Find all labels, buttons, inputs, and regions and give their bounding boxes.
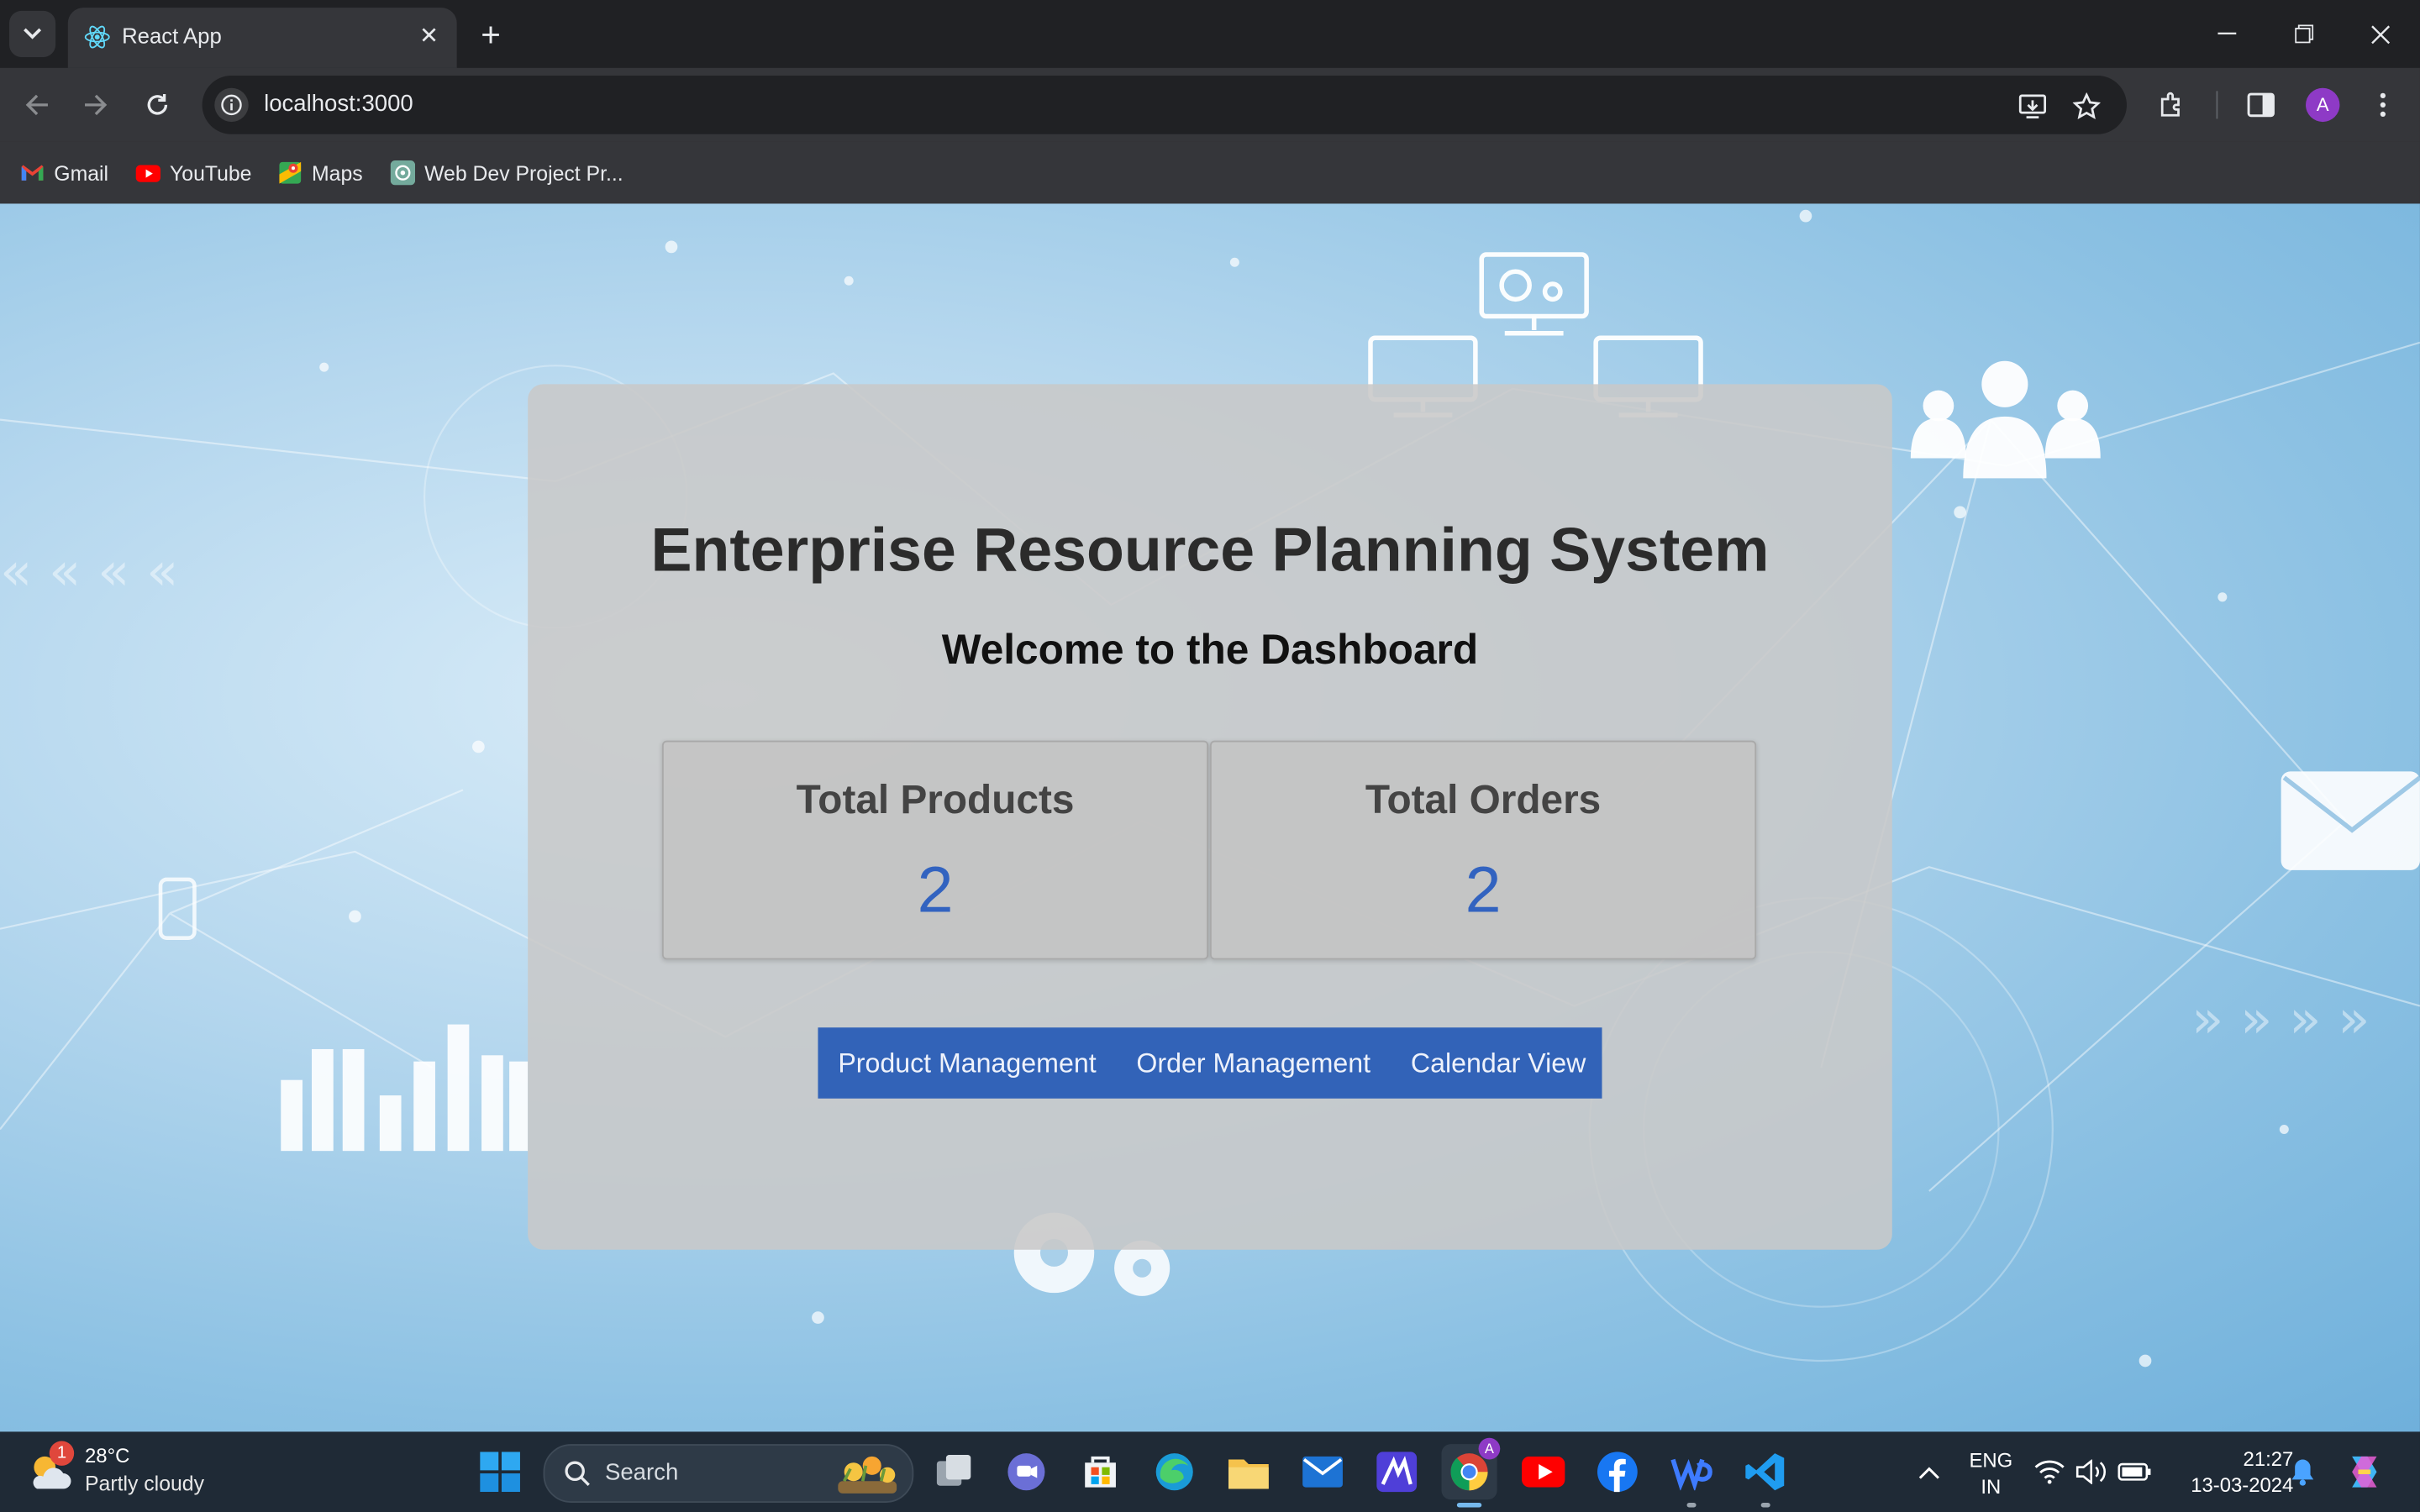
menu-kebab-icon[interactable]: [2361, 83, 2404, 126]
weather-temp: 28°C: [85, 1444, 130, 1467]
clock[interactable]: 21:27 13-03-2024: [2160, 1446, 2293, 1498]
restore-icon[interactable]: [2273, 11, 2334, 57]
react-icon: [84, 25, 110, 49]
bookmark-gmail[interactable]: Gmail: [20, 155, 108, 192]
notifications-bell-icon[interactable]: [2284, 1444, 2321, 1499]
bookmarks-bar: Gmail YouTube Maps Web Dev Project Pr...: [0, 141, 2420, 204]
bookmark-label: Maps: [312, 160, 363, 185]
app-running-indicator: [1686, 1502, 1697, 1508]
task-view-icon[interactable]: [926, 1444, 981, 1499]
bookmark-web-dev-project[interactable]: Web Dev Project Pr...: [390, 155, 623, 192]
page-viewport: « « « « » » » » Enterprise Resource Plan…: [0, 203, 2420, 1432]
file-explorer-icon[interactable]: [1221, 1444, 1276, 1499]
tab-search-button[interactable]: [9, 10, 56, 57]
chrome-icon[interactable]: A: [1441, 1437, 1501, 1500]
bookmark-label: Web Dev Project Pr...: [424, 160, 623, 185]
app-icon-w[interactable]: [1664, 1444, 1719, 1499]
chrome-profile-badge: A: [1478, 1437, 1501, 1460]
vscode-icon[interactable]: [1738, 1444, 1793, 1499]
nav-calendar-view[interactable]: Calendar View: [1391, 1047, 1606, 1079]
chrome-running-indicator: [1456, 1502, 1482, 1508]
stat-label: Total Products: [796, 775, 1075, 822]
dashboard-card: Enterprise Resource Planning System Welc…: [528, 384, 1892, 1250]
dashboard-nav: Product Management Order Management Cale…: [818, 1027, 1602, 1099]
bookmark-youtube[interactable]: YouTube: [135, 155, 252, 192]
copilot-icon[interactable]: [2337, 1444, 2392, 1499]
teams-chat-icon[interactable]: [998, 1444, 1054, 1499]
address-bar[interactable]: localhost:3000: [202, 75, 2127, 134]
clock-date: 13-03-2024: [2191, 1473, 2294, 1497]
chatgpt-icon: [390, 160, 416, 186]
extensions-icon[interactable]: [2150, 83, 2193, 126]
page-title: Enterprise Resource Planning System: [650, 517, 1770, 585]
total-orders-card: Total Orders 2: [1209, 740, 1757, 960]
facebook-icon[interactable]: [1590, 1444, 1645, 1499]
total-products-card: Total Products 2: [661, 740, 1209, 960]
url-text: localhost:3000: [264, 91, 413, 118]
reload-icon[interactable]: [136, 83, 179, 126]
weather-badge: 1: [49, 1441, 75, 1466]
stat-value: 2: [1465, 853, 1502, 927]
minimize-icon[interactable]: [2196, 11, 2258, 57]
wifi-icon[interactable]: [2031, 1444, 2068, 1499]
search-placeholder: Search: [604, 1459, 679, 1486]
vscode-running-indicator: [1760, 1502, 1770, 1508]
edge-icon[interactable]: [1147, 1444, 1202, 1499]
install-app-icon[interactable]: [2016, 90, 2049, 123]
nav-product-management[interactable]: Product Management: [818, 1047, 1116, 1079]
side-panel-icon[interactable]: [2239, 83, 2282, 126]
gmail-icon: [21, 165, 44, 181]
app-icon-ma[interactable]: [1369, 1444, 1424, 1499]
active-tab[interactable]: React App ✕: [67, 8, 457, 68]
back-icon[interactable]: [15, 83, 58, 126]
stat-value: 2: [917, 853, 954, 927]
search-icon: [565, 1461, 590, 1486]
new-tab-button[interactable]: +: [469, 14, 512, 57]
forward-icon[interactable]: [74, 83, 117, 126]
maps-icon: [279, 161, 302, 184]
clock-time: 21:27: [2243, 1446, 2294, 1471]
toolbar-divider: [2216, 91, 2218, 119]
microsoft-store-icon[interactable]: [1073, 1444, 1128, 1499]
mail-icon[interactable]: [1295, 1444, 1350, 1499]
profile-avatar[interactable]: A: [2306, 87, 2340, 123]
taskbar-search[interactable]: Search: [543, 1444, 914, 1503]
bookmark-maps[interactable]: Maps: [278, 155, 363, 192]
welcome-heading: Welcome to the Dashboard: [941, 626, 1479, 673]
close-window-icon[interactable]: [2349, 11, 2410, 57]
svg-text:» » » »: » » » »: [2191, 988, 2370, 1049]
youtube-app-icon[interactable]: [1516, 1444, 1571, 1499]
nav-order-management[interactable]: Order Management: [1117, 1047, 1391, 1079]
browser-toolbar: localhost:3000: [0, 67, 2420, 142]
volume-icon[interactable]: [2073, 1444, 2113, 1499]
bookmark-label: YouTube: [170, 160, 252, 185]
language-indicator[interactable]: ENG IN: [1960, 1447, 2022, 1499]
stat-label: Total Orders: [1365, 775, 1602, 822]
tab-strip: React App ✕ +: [0, 0, 2420, 68]
weather-desc: Partly cloudy: [85, 1472, 204, 1495]
tab-title: React App: [122, 23, 222, 48]
chevron-down-icon: [24, 28, 42, 39]
svg-text:« « « «: « « « «: [0, 541, 178, 602]
youtube-icon: [135, 165, 161, 182]
region-code: IN: [1981, 1474, 2002, 1499]
bookmark-label: Gmail: [54, 160, 109, 185]
start-icon[interactable]: [472, 1444, 528, 1499]
show-hidden-icons[interactable]: [1902, 1444, 1957, 1499]
windows-taskbar: 1 28°C Partly cloudy Search A ENG IN 21:…: [0, 1431, 2420, 1512]
flowers-highlight-icon: [838, 1456, 897, 1494]
site-info-icon[interactable]: [214, 87, 249, 123]
battery-icon[interactable]: [2114, 1444, 2154, 1499]
language-code: ENG: [1969, 1448, 2013, 1473]
bookmark-star-icon[interactable]: [2070, 90, 2103, 123]
close-tab-icon[interactable]: ✕: [413, 20, 445, 51]
